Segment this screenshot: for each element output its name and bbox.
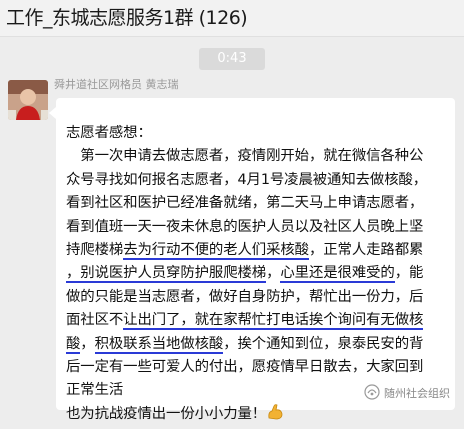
chat-title: 工作_东城志愿服务1群 (126) [6, 7, 248, 29]
underlined-phrase: 酸 [66, 335, 81, 354]
message-line: 志愿者感想： [66, 125, 152, 141]
message-line: ，别说医护人员穿防护服爬楼梯，心里还是很难受的，能 [66, 265, 424, 284]
message-line: 第一次申请去做志愿者，疫情刚开始，就在微信各种公 [66, 148, 424, 165]
watermark-text: 随州社会组织 [384, 387, 450, 400]
message-line: 持爬楼梯去为行动不便的老人们采核酸，正常人走路都累 [66, 241, 424, 260]
underlined-phrase: 积极联系当地做核酸 [94, 335, 224, 354]
wechat-official-account-icon [364, 384, 380, 403]
sender-name: 舜井道社区网格员 黄志瑞 [54, 78, 179, 91]
underlined-phrase: ，别说医护人员穿防护服爬楼梯 [66, 265, 267, 284]
message-line: 看到值班一天一夜未休息的医护人员以及社区人员晚上坚 [66, 218, 424, 235]
message-line: 也为抗战疫情出一份小小力量！ [66, 403, 446, 426]
message-text: 志愿者感想： 第一次申请去做志愿者，疫情刚开始，就在微信各种公 众号寻找如何报名… [66, 122, 446, 426]
bubble-arrow [49, 107, 56, 119]
message-line: 看到社区和医护已经准备就绪，第二天马上申请志愿者， [66, 195, 424, 212]
underlined-phrase: 去为行动不便的老人们采核酸 [123, 241, 309, 260]
watermark: 随州社会组织 [364, 384, 450, 400]
message-line: 面社区不让出门了，就在家帮忙打电话挨个询问有无做核 [66, 312, 424, 331]
underlined-phrase: 心里还是很难受的 [280, 265, 395, 284]
chat-title-bar: 工作_东城志愿服务1群 (126) [0, 0, 464, 37]
message-line: 做的只能是当志愿者，做好自身防护，帮忙出一份力，后 [66, 288, 424, 305]
message-line: 后一定有一些可爱人的付出，愿疫情早日散去，大家回到 [66, 358, 424, 375]
message-line: 酸，积极联系当地做核酸，挨个通知到位，泉泰民安的背 [66, 335, 424, 354]
message-timestamp: 0:43 [199, 48, 265, 70]
message-line: 众号寻找如何报名志愿者，4月1号凌晨被通知去做核酸， [66, 171, 428, 188]
sender-avatar[interactable] [8, 80, 48, 120]
underlined-phrase: 让出门了，就在家帮忙打电话挨个询问有无做核 [123, 312, 424, 331]
flexed-biceps-icon [266, 403, 284, 421]
